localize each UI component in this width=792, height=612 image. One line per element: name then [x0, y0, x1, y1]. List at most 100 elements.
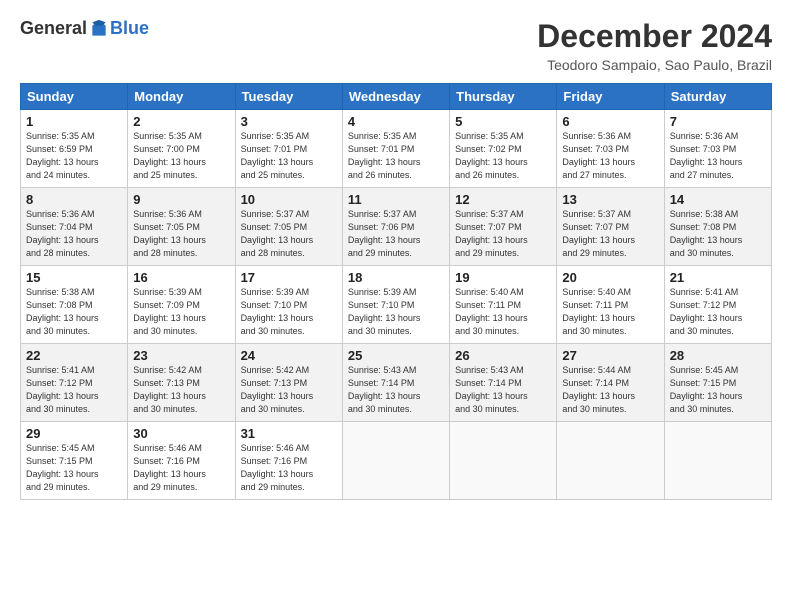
- calendar-cell: 27Sunrise: 5:44 AM Sunset: 7:14 PM Dayli…: [557, 344, 664, 422]
- calendar-cell: 13Sunrise: 5:37 AM Sunset: 7:07 PM Dayli…: [557, 188, 664, 266]
- day-info: Sunrise: 5:39 AM Sunset: 7:10 PM Dayligh…: [348, 286, 444, 338]
- calendar-cell: 5Sunrise: 5:35 AM Sunset: 7:02 PM Daylig…: [450, 110, 557, 188]
- calendar-cell: 24Sunrise: 5:42 AM Sunset: 7:13 PM Dayli…: [235, 344, 342, 422]
- calendar-cell: 8Sunrise: 5:36 AM Sunset: 7:04 PM Daylig…: [21, 188, 128, 266]
- calendar-cell: 4Sunrise: 5:35 AM Sunset: 7:01 PM Daylig…: [342, 110, 449, 188]
- day-number: 10: [241, 192, 337, 207]
- calendar-week-row: 1Sunrise: 5:35 AM Sunset: 6:59 PM Daylig…: [21, 110, 772, 188]
- calendar-header-row: SundayMondayTuesdayWednesdayThursdayFrid…: [21, 84, 772, 110]
- day-info: Sunrise: 5:37 AM Sunset: 7:05 PM Dayligh…: [241, 208, 337, 260]
- calendar-cell: 19Sunrise: 5:40 AM Sunset: 7:11 PM Dayli…: [450, 266, 557, 344]
- calendar-header-tuesday: Tuesday: [235, 84, 342, 110]
- day-number: 30: [133, 426, 229, 441]
- logo-general: General: [20, 18, 87, 39]
- calendar-cell: 7Sunrise: 5:36 AM Sunset: 7:03 PM Daylig…: [664, 110, 771, 188]
- calendar-header-thursday: Thursday: [450, 84, 557, 110]
- day-info: Sunrise: 5:40 AM Sunset: 7:11 PM Dayligh…: [455, 286, 551, 338]
- calendar-table: SundayMondayTuesdayWednesdayThursdayFrid…: [20, 83, 772, 500]
- calendar-cell: 10Sunrise: 5:37 AM Sunset: 7:05 PM Dayli…: [235, 188, 342, 266]
- calendar-week-row: 29Sunrise: 5:45 AM Sunset: 7:15 PM Dayli…: [21, 422, 772, 500]
- calendar-header-saturday: Saturday: [664, 84, 771, 110]
- calendar-cell: 28Sunrise: 5:45 AM Sunset: 7:15 PM Dayli…: [664, 344, 771, 422]
- day-number: 3: [241, 114, 337, 129]
- calendar-cell: 31Sunrise: 5:46 AM Sunset: 7:16 PM Dayli…: [235, 422, 342, 500]
- month-title: December 2024: [537, 18, 772, 55]
- calendar-cell: 22Sunrise: 5:41 AM Sunset: 7:12 PM Dayli…: [21, 344, 128, 422]
- day-info: Sunrise: 5:41 AM Sunset: 7:12 PM Dayligh…: [26, 364, 122, 416]
- calendar-cell: 23Sunrise: 5:42 AM Sunset: 7:13 PM Dayli…: [128, 344, 235, 422]
- day-number: 19: [455, 270, 551, 285]
- day-info: Sunrise: 5:35 AM Sunset: 7:01 PM Dayligh…: [348, 130, 444, 182]
- day-number: 2: [133, 114, 229, 129]
- day-info: Sunrise: 5:42 AM Sunset: 7:13 PM Dayligh…: [133, 364, 229, 416]
- day-number: 9: [133, 192, 229, 207]
- calendar-cell: 2Sunrise: 5:35 AM Sunset: 7:00 PM Daylig…: [128, 110, 235, 188]
- day-number: 6: [562, 114, 658, 129]
- day-info: Sunrise: 5:39 AM Sunset: 7:09 PM Dayligh…: [133, 286, 229, 338]
- calendar-cell: [557, 422, 664, 500]
- logo-blue: Blue: [110, 18, 149, 39]
- calendar-cell: 15Sunrise: 5:38 AM Sunset: 7:08 PM Dayli…: [21, 266, 128, 344]
- day-info: Sunrise: 5:43 AM Sunset: 7:14 PM Dayligh…: [348, 364, 444, 416]
- calendar-cell: 17Sunrise: 5:39 AM Sunset: 7:10 PM Dayli…: [235, 266, 342, 344]
- day-number: 8: [26, 192, 122, 207]
- logo-icon: [89, 19, 109, 39]
- day-number: 15: [26, 270, 122, 285]
- day-number: 22: [26, 348, 122, 363]
- day-number: 31: [241, 426, 337, 441]
- calendar-cell: 29Sunrise: 5:45 AM Sunset: 7:15 PM Dayli…: [21, 422, 128, 500]
- calendar-cell: 1Sunrise: 5:35 AM Sunset: 6:59 PM Daylig…: [21, 110, 128, 188]
- day-number: 13: [562, 192, 658, 207]
- calendar-week-row: 15Sunrise: 5:38 AM Sunset: 7:08 PM Dayli…: [21, 266, 772, 344]
- day-info: Sunrise: 5:45 AM Sunset: 7:15 PM Dayligh…: [670, 364, 766, 416]
- day-info: Sunrise: 5:37 AM Sunset: 7:07 PM Dayligh…: [455, 208, 551, 260]
- logo: General Blue: [20, 18, 149, 39]
- calendar-cell: 9Sunrise: 5:36 AM Sunset: 7:05 PM Daylig…: [128, 188, 235, 266]
- day-info: Sunrise: 5:38 AM Sunset: 7:08 PM Dayligh…: [670, 208, 766, 260]
- day-number: 25: [348, 348, 444, 363]
- day-number: 17: [241, 270, 337, 285]
- day-info: Sunrise: 5:46 AM Sunset: 7:16 PM Dayligh…: [133, 442, 229, 494]
- logo-text: General Blue: [20, 18, 149, 39]
- day-info: Sunrise: 5:36 AM Sunset: 7:04 PM Dayligh…: [26, 208, 122, 260]
- calendar-header-friday: Friday: [557, 84, 664, 110]
- day-number: 20: [562, 270, 658, 285]
- day-number: 28: [670, 348, 766, 363]
- calendar-cell: 26Sunrise: 5:43 AM Sunset: 7:14 PM Dayli…: [450, 344, 557, 422]
- day-info: Sunrise: 5:37 AM Sunset: 7:06 PM Dayligh…: [348, 208, 444, 260]
- day-info: Sunrise: 5:36 AM Sunset: 7:05 PM Dayligh…: [133, 208, 229, 260]
- calendar-cell: 14Sunrise: 5:38 AM Sunset: 7:08 PM Dayli…: [664, 188, 771, 266]
- calendar-cell: 16Sunrise: 5:39 AM Sunset: 7:09 PM Dayli…: [128, 266, 235, 344]
- subtitle: Teodoro Sampaio, Sao Paulo, Brazil: [537, 57, 772, 73]
- calendar-header-monday: Monday: [128, 84, 235, 110]
- day-number: 26: [455, 348, 551, 363]
- calendar-cell: 25Sunrise: 5:43 AM Sunset: 7:14 PM Dayli…: [342, 344, 449, 422]
- day-number: 14: [670, 192, 766, 207]
- day-info: Sunrise: 5:38 AM Sunset: 7:08 PM Dayligh…: [26, 286, 122, 338]
- day-number: 7: [670, 114, 766, 129]
- calendar-cell: 18Sunrise: 5:39 AM Sunset: 7:10 PM Dayli…: [342, 266, 449, 344]
- calendar-cell: 6Sunrise: 5:36 AM Sunset: 7:03 PM Daylig…: [557, 110, 664, 188]
- day-info: Sunrise: 5:36 AM Sunset: 7:03 PM Dayligh…: [670, 130, 766, 182]
- calendar-cell: [664, 422, 771, 500]
- calendar-week-row: 8Sunrise: 5:36 AM Sunset: 7:04 PM Daylig…: [21, 188, 772, 266]
- day-info: Sunrise: 5:40 AM Sunset: 7:11 PM Dayligh…: [562, 286, 658, 338]
- calendar-header-sunday: Sunday: [21, 84, 128, 110]
- day-info: Sunrise: 5:45 AM Sunset: 7:15 PM Dayligh…: [26, 442, 122, 494]
- calendar-cell: [450, 422, 557, 500]
- day-info: Sunrise: 5:35 AM Sunset: 7:02 PM Dayligh…: [455, 130, 551, 182]
- calendar-cell: 12Sunrise: 5:37 AM Sunset: 7:07 PM Dayli…: [450, 188, 557, 266]
- calendar-cell: 11Sunrise: 5:37 AM Sunset: 7:06 PM Dayli…: [342, 188, 449, 266]
- day-info: Sunrise: 5:35 AM Sunset: 6:59 PM Dayligh…: [26, 130, 122, 182]
- day-info: Sunrise: 5:36 AM Sunset: 7:03 PM Dayligh…: [562, 130, 658, 182]
- day-info: Sunrise: 5:35 AM Sunset: 7:01 PM Dayligh…: [241, 130, 337, 182]
- calendar-cell: 3Sunrise: 5:35 AM Sunset: 7:01 PM Daylig…: [235, 110, 342, 188]
- day-number: 1: [26, 114, 122, 129]
- day-number: 24: [241, 348, 337, 363]
- day-info: Sunrise: 5:43 AM Sunset: 7:14 PM Dayligh…: [455, 364, 551, 416]
- calendar-header-wednesday: Wednesday: [342, 84, 449, 110]
- day-info: Sunrise: 5:46 AM Sunset: 7:16 PM Dayligh…: [241, 442, 337, 494]
- day-number: 18: [348, 270, 444, 285]
- day-info: Sunrise: 5:41 AM Sunset: 7:12 PM Dayligh…: [670, 286, 766, 338]
- day-info: Sunrise: 5:39 AM Sunset: 7:10 PM Dayligh…: [241, 286, 337, 338]
